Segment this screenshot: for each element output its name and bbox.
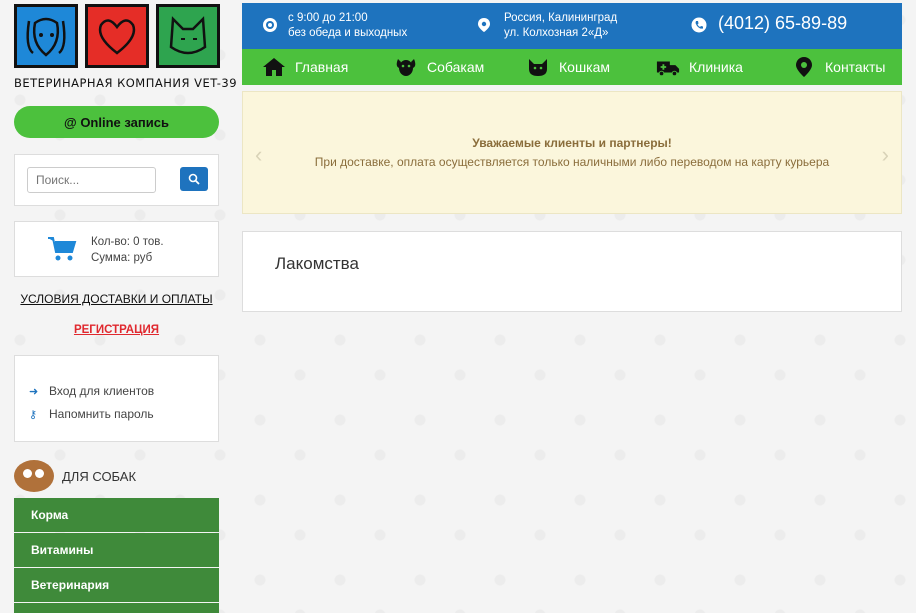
dog-icon <box>394 56 418 78</box>
page-title: Лакомства <box>275 254 359 273</box>
cart-widget[interactable]: Кол-во: 0 тов. Сумма: руб <box>14 221 219 277</box>
key-icon: ⚷ <box>29 408 38 421</box>
search-input[interactable] <box>27 167 156 193</box>
nav-home[interactable]: Главная <box>262 56 348 78</box>
category-item-food[interactable]: Корма <box>14 498 219 532</box>
cart-count: Кол-во: 0 тов. <box>91 236 164 248</box>
category-item-veterinary[interactable]: Ветеринария <box>14 568 219 602</box>
top-info-bar: с 9:00 до 21:00 без обеда и выходных Рос… <box>242 3 902 49</box>
nav-dogs[interactable]: Собакам <box>394 56 484 78</box>
cat-logo-icon <box>156 4 220 68</box>
location-pin-icon <box>792 56 816 78</box>
online-booking-button[interactable]: @ Online запись <box>14 106 219 138</box>
delivery-terms-link[interactable]: УСЛОВИЯ ДОСТАВКИ И ОПЛАТЫ <box>14 292 219 306</box>
dogs-section-header: ДЛЯ СОБАК <box>14 460 136 492</box>
ambulance-icon <box>656 56 680 78</box>
address-line2: ул. Колхозная 2«Д» <box>504 27 609 39</box>
notice-banner: ‹ Уважаемые клиенты и партнеры! При дост… <box>242 91 902 214</box>
cat-icon <box>526 56 550 78</box>
search-button[interactable] <box>180 167 208 191</box>
heart-logo-icon <box>85 4 149 68</box>
phone-icon <box>691 17 707 33</box>
login-link-label: Вход для клиентов <box>49 384 155 398</box>
cart-sum: Сумма: руб <box>91 252 153 264</box>
nav-contacts-label: Контакты <box>825 59 886 75</box>
register-link[interactable]: РЕГИСТРАЦИЯ <box>14 324 219 336</box>
nav-dogs-label: Собакам <box>427 59 485 75</box>
nav-contacts[interactable]: Контакты <box>792 56 885 78</box>
cart-icon <box>48 237 77 261</box>
search-panel <box>14 154 219 206</box>
nav-clinic-label: Клиника <box>689 59 743 75</box>
nav-cats[interactable]: Кошкам <box>526 56 610 78</box>
map-pin-icon <box>478 18 490 32</box>
login-panel: ➜ Вход для клиентов ⚷ Напомнить пароль <box>14 355 219 442</box>
banner-title: Уважаемые клиенты и партнеры! <box>472 136 672 150</box>
category-item-vitamins[interactable]: Витамины <box>14 533 219 567</box>
remind-password-link[interactable]: ⚷ Напомнить пароль <box>29 407 154 421</box>
hours-line1: с 9:00 до 21:00 <box>288 12 368 24</box>
remind-password-label: Напомнить пароль <box>49 407 154 421</box>
search-icon <box>188 173 200 185</box>
content-panel: Лакомства <box>242 231 902 312</box>
phone-number[interactable]: (4012) 65-89-89 <box>718 13 847 34</box>
home-icon <box>262 56 286 78</box>
logo[interactable]: ВЕТЕРИНАРНАЯ КОМПАНИЯ VET-39 <box>14 4 238 94</box>
sign-in-icon: ➜ <box>29 385 39 398</box>
banner-next-arrow[interactable]: › <box>882 142 889 168</box>
logo-caption: ВЕТЕРИНАРНАЯ КОМПАНИЯ VET-39 <box>14 76 238 90</box>
login-link[interactable]: ➜ Вход для клиентов <box>29 384 154 398</box>
clock-icon <box>263 18 277 32</box>
dog-logo-icon <box>14 4 78 68</box>
hours-line2: без обеда и выходных <box>288 27 408 39</box>
main-nav: Главная Собакам Кошкам Клиника Контакты <box>242 49 902 85</box>
nav-cats-label: Кошкам <box>559 59 611 75</box>
nav-home-label: Главная <box>295 59 349 75</box>
nav-clinic[interactable]: Клиника <box>656 56 743 78</box>
dog-face-icon <box>14 460 54 492</box>
category-item-next[interactable] <box>14 603 219 613</box>
dogs-section-title: ДЛЯ СОБАК <box>62 468 137 484</box>
banner-text: При доставке, оплата осуществляется толь… <box>314 155 830 169</box>
address-line1: Россия, Калининград <box>504 12 618 24</box>
